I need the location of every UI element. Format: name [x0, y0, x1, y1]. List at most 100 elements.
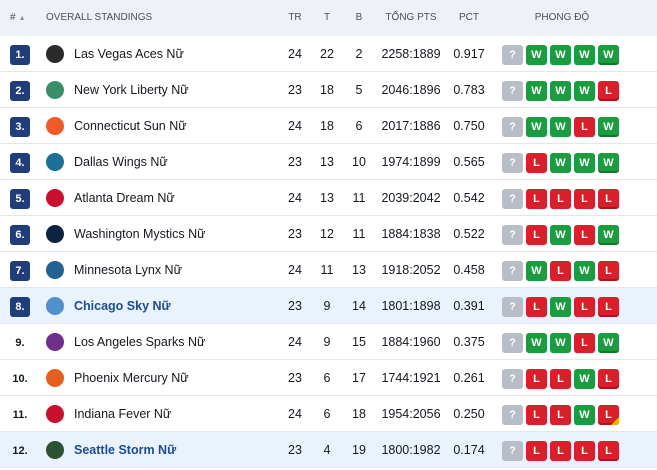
- win-badge[interactable]: W: [550, 81, 571, 101]
- next-match-badge[interactable]: ?: [502, 117, 523, 137]
- next-match-badge[interactable]: ?: [502, 45, 523, 65]
- loss-badge[interactable]: L: [574, 333, 595, 353]
- next-match-badge[interactable]: ?: [502, 153, 523, 173]
- loss-badge[interactable]: L: [550, 405, 571, 425]
- loss-badge[interactable]: L: [574, 297, 595, 317]
- team-name-link[interactable]: New York Liberty Nữ: [74, 72, 189, 108]
- win-badge[interactable]: W: [550, 117, 571, 137]
- table-row[interactable]: 9. Los Angeles Sparks Nữ 24 9 15 1884:1960 0.3…: [0, 324, 657, 360]
- team-name-link[interactable]: Atlanta Dream Nữ: [74, 180, 175, 216]
- table-row[interactable]: 6. Washington Mystics Nữ 23 12 11 1884:1838 0.…: [0, 216, 657, 252]
- table-row[interactable]: 2. New York Liberty Nữ 23 18 5 2046:1896 0.783…: [0, 72, 657, 108]
- loss-badge[interactable]: L: [550, 261, 571, 281]
- loss-badge[interactable]: L: [526, 189, 547, 209]
- win-pct-cell: 0.174: [453, 443, 485, 457]
- table-row[interactable]: 1. Las Vegas Aces Nữ 24 22 2 2258:1889 0.917? W…: [0, 36, 657, 72]
- loss-badge[interactable]: L: [526, 441, 547, 461]
- wins-cell: 22: [320, 47, 334, 61]
- losses-header[interactable]: B: [344, 0, 374, 36]
- next-match-badge[interactable]: ?: [502, 441, 523, 461]
- rank-column-header[interactable]: # ▲: [10, 0, 26, 36]
- win-badge[interactable]: W: [598, 45, 619, 65]
- team-name-link[interactable]: Connecticut Sun Nữ: [74, 108, 187, 144]
- loss-badge[interactable]: L: [550, 369, 571, 389]
- win-badge[interactable]: W: [550, 297, 571, 317]
- team-name-link[interactable]: Chicago Sky Nữ: [74, 288, 171, 324]
- loss-badge[interactable]: L: [598, 369, 619, 389]
- rank-badge: 11.: [12, 409, 28, 421]
- next-match-badge[interactable]: ?: [502, 189, 523, 209]
- table-row[interactable]: 8. Chicago Sky Nữ 23 9 14 1801:1898 0.391? L W L L: [0, 288, 657, 324]
- loss-badge[interactable]: L: [598, 441, 619, 461]
- table-row[interactable]: 10. Phoenix Mercury Nữ 23 6 17 1744:1921 0.261…: [0, 360, 657, 396]
- table-row[interactable]: 7. Minnesota Lynx Nữ 24 11 13 1918:2052 0.458?…: [0, 252, 657, 288]
- wins-header[interactable]: T: [312, 0, 342, 36]
- pct-header[interactable]: PCT: [448, 0, 490, 36]
- win-badge[interactable]: W: [550, 45, 571, 65]
- team-name-link[interactable]: Indiana Fever Nữ: [74, 396, 171, 432]
- win-badge[interactable]: W: [598, 153, 619, 173]
- next-match-badge[interactable]: ?: [502, 81, 523, 101]
- win-badge[interactable]: W: [526, 117, 547, 137]
- loss-badge[interactable]: L: [526, 297, 547, 317]
- win-badge[interactable]: W: [598, 117, 619, 137]
- loss-badge[interactable]: L: [574, 189, 595, 209]
- win-badge[interactable]: W: [550, 225, 571, 245]
- loss-badge[interactable]: L: [526, 225, 547, 245]
- win-badge[interactable]: W: [574, 153, 595, 173]
- loss-badge[interactable]: L: [526, 405, 547, 425]
- table-row[interactable]: 11. Indiana Fever Nữ 24 6 18 1954:2056 0.250? L…: [0, 396, 657, 432]
- team-name-link[interactable]: Seattle Storm Nữ: [74, 432, 176, 468]
- next-match-badge[interactable]: ?: [502, 405, 523, 425]
- total-points-cell: 1954:2056: [381, 407, 441, 421]
- total-points-header[interactable]: TỔNG PTS: [376, 0, 446, 36]
- table-row[interactable]: 12. Seattle Storm Nữ 23 4 19 1800:1982 0.174? L…: [0, 432, 657, 468]
- team-name-link[interactable]: Minnesota Lynx Nữ: [74, 252, 182, 288]
- loss-badge[interactable]: L: [526, 153, 547, 173]
- win-badge[interactable]: W: [574, 405, 595, 425]
- team-name-link[interactable]: Las Vegas Aces Nữ: [74, 36, 184, 72]
- win-badge[interactable]: W: [598, 333, 619, 353]
- win-badge[interactable]: W: [550, 153, 571, 173]
- table-row[interactable]: 3. Connecticut Sun Nữ 24 18 6 2017:1886 0.750?…: [0, 108, 657, 144]
- win-badge[interactable]: W: [526, 261, 547, 281]
- games-played-header[interactable]: TR: [280, 0, 310, 36]
- win-badge[interactable]: W: [574, 261, 595, 281]
- team-name-link[interactable]: Los Angeles Sparks Nữ: [74, 324, 205, 360]
- win-badge[interactable]: W: [526, 333, 547, 353]
- win-badge[interactable]: W: [574, 369, 595, 389]
- next-match-badge[interactable]: ?: [502, 297, 523, 317]
- table-row[interactable]: 5. Atlanta Dream Nữ 24 13 11 2039:2042 0.542? L…: [0, 180, 657, 216]
- next-match-badge[interactable]: ?: [502, 225, 523, 245]
- loss-badge[interactable]: L: [598, 261, 619, 281]
- team-logo-icon: [46, 369, 64, 387]
- team-name-link[interactable]: Dallas Wings Nữ: [74, 144, 168, 180]
- losses-cell: 5: [355, 83, 363, 97]
- win-badge[interactable]: W: [526, 45, 547, 65]
- loss-badge[interactable]: L: [598, 81, 619, 101]
- win-badge[interactable]: W: [574, 81, 595, 101]
- win-pct-cell: 0.375: [453, 335, 485, 349]
- losses-cell: 11: [352, 227, 366, 241]
- team-name-link[interactable]: Washington Mystics Nữ: [74, 216, 206, 252]
- loss-badge[interactable]: L: [598, 297, 619, 317]
- loss-badge[interactable]: L: [598, 189, 619, 209]
- loss-badge[interactable]: L: [574, 225, 595, 245]
- loss-badge[interactable]: L: [574, 117, 595, 137]
- win-badge[interactable]: W: [550, 333, 571, 353]
- win-badge[interactable]: W: [598, 225, 619, 245]
- table-row[interactable]: 4. Dallas Wings Nữ 23 13 10 1974:1899 0.565? L W…: [0, 144, 657, 180]
- win-badge[interactable]: W: [526, 81, 547, 101]
- loss-badge[interactable]: L: [550, 441, 571, 461]
- loss-badge[interactable]: L: [574, 441, 595, 461]
- next-match-badge[interactable]: ?: [502, 333, 523, 353]
- team-name-link[interactable]: Phoenix Mercury Nữ: [74, 360, 189, 396]
- win-badge[interactable]: W: [574, 45, 595, 65]
- loss-badge[interactable]: L: [598, 405, 619, 425]
- form-badges: ? L L W L: [502, 369, 619, 389]
- next-match-badge[interactable]: ?: [502, 369, 523, 389]
- next-match-badge[interactable]: ?: [502, 261, 523, 281]
- loss-badge[interactable]: L: [526, 369, 547, 389]
- form-badges: ? W W L W: [502, 333, 619, 353]
- loss-badge[interactable]: L: [550, 189, 571, 209]
